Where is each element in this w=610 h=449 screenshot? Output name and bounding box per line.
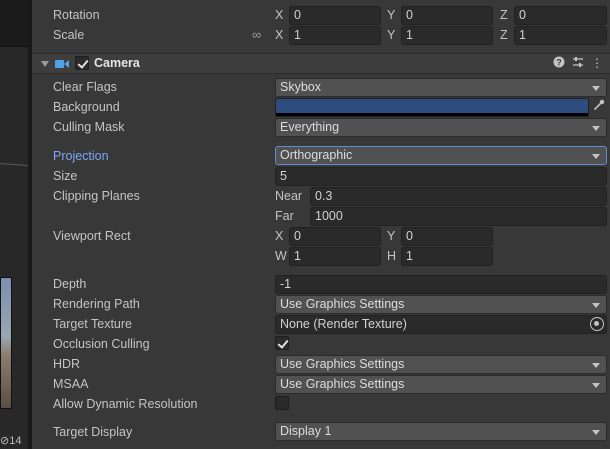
target-texture-field[interactable]: None (Render Texture)	[275, 315, 607, 334]
scene-visibility-badge[interactable]: ⊘14	[0, 434, 28, 449]
background-color-swatch	[276, 99, 588, 114]
rendering-path-value: Use Graphics Settings	[280, 297, 405, 311]
depth-label[interactable]: Depth	[53, 274, 86, 294]
component-title: Camera	[94, 56, 140, 70]
clipping-planes-label: Clipping Planes	[53, 189, 140, 203]
kebab-menu-icon[interactable]: ⋮	[590, 56, 604, 70]
viewport-y-field[interactable]: 0	[401, 227, 493, 246]
msaa-label[interactable]: MSAA	[53, 374, 88, 394]
viewport-rect-label: Viewport Rect	[53, 229, 131, 243]
viewport-h-label[interactable]: H	[387, 246, 396, 266]
scale-x-field[interactable]: 1	[289, 26, 381, 45]
culling-mask-label[interactable]: Culling Mask	[53, 117, 125, 137]
scale-y-axis[interactable]: Y	[387, 25, 395, 45]
camera-icon	[55, 60, 69, 68]
scale-z-field[interactable]: 1	[514, 26, 607, 45]
viewport-x-label[interactable]: X	[275, 226, 283, 246]
target-display-label[interactable]: Target Display	[53, 422, 132, 442]
component-enabled-checkbox[interactable]	[75, 56, 89, 70]
target-display-dropdown[interactable]: Display 1	[275, 422, 607, 441]
msaa-dropdown[interactable]: Use Graphics Settings	[275, 375, 607, 394]
background-label[interactable]: Background	[53, 97, 120, 117]
rendering-path-dropdown[interactable]: Use Graphics Settings	[275, 295, 607, 314]
allow-dynamic-resolution-checkbox[interactable]	[275, 396, 289, 410]
scale-y-field[interactable]: 1	[401, 26, 493, 45]
camera-preview	[0, 277, 12, 409]
near-field[interactable]: 0.3	[310, 187, 607, 206]
projection-value: Orthographic	[280, 148, 353, 162]
svg-text:?: ?	[556, 58, 562, 68]
foldout-arrow-icon[interactable]	[41, 61, 49, 67]
rotation-x-field[interactable]: 0	[289, 6, 381, 25]
eye-slash-icon: ⊘	[0, 435, 10, 447]
eyedropper-icon[interactable]	[591, 99, 607, 115]
background-color-field[interactable]	[275, 98, 589, 117]
constrain-proportions-icon[interactable]: ∞	[252, 27, 268, 43]
projection-dropdown[interactable]: Orthographic	[275, 146, 607, 165]
rotation-z-field[interactable]: 0	[514, 6, 607, 25]
clear-flags-dropdown[interactable]: Skybox	[275, 78, 607, 97]
hdr-dropdown[interactable]: Use Graphics Settings	[275, 355, 607, 374]
culling-mask-value: Everything	[280, 120, 340, 134]
viewport-h-field[interactable]: 1	[401, 247, 493, 266]
visibility-count: 14	[9, 435, 22, 447]
scale-label[interactable]: Scale	[53, 25, 84, 45]
target-display-value: Display 1	[280, 424, 332, 438]
scale-z-axis[interactable]: Z	[500, 25, 508, 45]
rotation-x-axis[interactable]: X	[275, 5, 283, 25]
scale-x-axis[interactable]: X	[275, 25, 283, 45]
msaa-value: Use Graphics Settings	[280, 377, 405, 391]
clear-flags-value: Skybox	[280, 80, 321, 94]
far-field[interactable]: 1000	[310, 207, 607, 226]
chevron-down-icon	[592, 363, 600, 368]
rotation-z-axis[interactable]: Z	[500, 5, 508, 25]
rotation-y-field[interactable]: 0	[401, 6, 493, 25]
culling-mask-dropdown[interactable]: Everything	[275, 118, 607, 137]
target-texture-label[interactable]: Target Texture	[53, 314, 132, 334]
allow-dynamic-resolution-label[interactable]: Allow Dynamic Resolution	[53, 394, 198, 414]
viewport-y-label[interactable]: Y	[387, 226, 395, 246]
viewport-w-label[interactable]: W	[275, 246, 287, 266]
viewport-w-field[interactable]: 1	[289, 247, 381, 266]
rotation-y-axis[interactable]: Y	[387, 5, 395, 25]
projection-label[interactable]: Projection	[53, 146, 109, 166]
chevron-down-icon	[592, 86, 600, 91]
rotation-label[interactable]: Rotation	[53, 5, 100, 25]
depth-field[interactable]: -1	[275, 275, 607, 294]
hdr-label[interactable]: HDR	[53, 354, 80, 374]
near-label[interactable]: Near	[275, 186, 302, 206]
scene-toolbar	[0, 0, 28, 47]
chevron-down-icon	[592, 303, 600, 308]
size-label[interactable]: Size	[53, 166, 77, 186]
sliders-icon[interactable]	[571, 56, 585, 70]
occlusion-culling-label[interactable]: Occlusion Culling	[53, 334, 150, 354]
hdr-value: Use Graphics Settings	[280, 357, 405, 371]
rendering-path-label[interactable]: Rendering Path	[53, 294, 140, 314]
chevron-down-icon	[592, 383, 600, 388]
clear-flags-label[interactable]: Clear Flags	[53, 77, 117, 97]
help-icon[interactable]: ?	[552, 56, 566, 70]
chevron-down-icon	[592, 126, 600, 131]
occlusion-culling-checkbox[interactable]	[275, 336, 289, 350]
object-picker-icon[interactable]	[590, 317, 604, 331]
far-label[interactable]: Far	[275, 206, 294, 226]
alpha-bar	[276, 113, 588, 116]
size-field[interactable]: 5	[275, 167, 607, 186]
viewport-x-field[interactable]: 0	[289, 227, 381, 246]
chevron-down-icon	[592, 430, 600, 435]
chevron-down-icon	[592, 154, 600, 159]
